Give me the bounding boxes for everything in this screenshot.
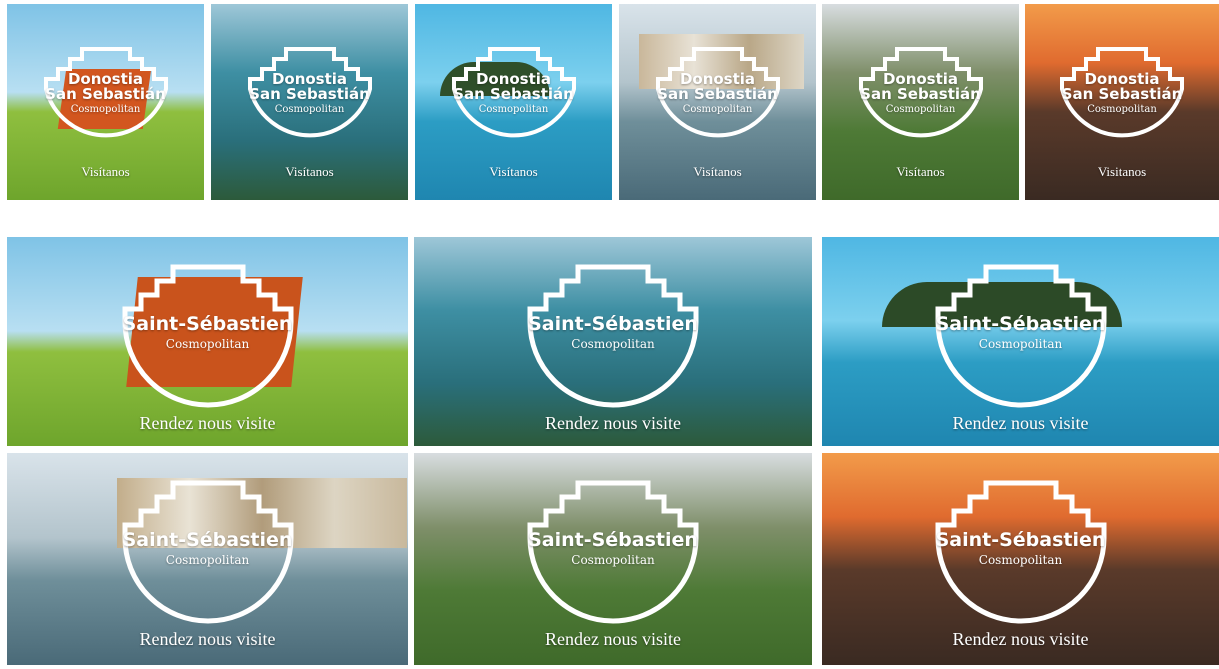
tagline: Cosmopolitan (571, 553, 655, 567)
tagline: Cosmopolitan (274, 104, 345, 115)
city-name: Saint-Sébastien (122, 529, 293, 551)
cta-text: Rendez nous visite (545, 413, 681, 433)
city-name: Saint-Sébastien (122, 313, 293, 335)
cta-text: Rendez nous visite (952, 629, 1089, 649)
cta-text: Visítanos (489, 164, 538, 179)
ad-tile-large-4[interactable]: Saint-Sébastien Cosmopolitan Rendez nous… (7, 453, 408, 665)
tagline: Cosmopolitan (885, 104, 956, 115)
ad-tile-large-2[interactable]: Saint-Sébastien Cosmopolitan Rendez nous… (414, 237, 812, 446)
city-name: Donostia San Sebastián (249, 70, 370, 104)
ad-tile-small-4[interactable]: Donostia San Sebastián Cosmopolitan Visít… (619, 4, 816, 200)
tagline: Cosmopolitan (165, 553, 250, 567)
cta-text: Visítanos (81, 164, 130, 179)
city-name: Saint-Sébastien (935, 313, 1106, 335)
cta-text: Rendez nous visite (139, 629, 276, 649)
tagline: Cosmopolitan (70, 104, 141, 115)
ad-tile-small-1[interactable]: Donostia San Sebastián Cosmopolitan Visít… (7, 4, 204, 200)
city-name: Donostia San Sebastián (45, 70, 166, 104)
cta-text: Visítanos (285, 164, 334, 179)
city-name: Saint-Sébastien (528, 529, 698, 551)
cta-text: Rendez nous visite (952, 413, 1089, 433)
ad-tile-small-5[interactable]: Donostia San Sebastián Cosmopolitan Visít… (822, 4, 1019, 200)
tagline: Cosmopolitan (478, 104, 549, 115)
cta-text: Rendez nous visite (545, 629, 681, 649)
ad-tile-small-3[interactable]: Donostia San Sebastián Cosmopolitan Visít… (415, 4, 612, 200)
tagline: Cosmopolitan (1087, 104, 1157, 115)
city-name: Saint-Sébastien (528, 313, 698, 335)
city-name: Donostia San Sebastián (453, 70, 574, 104)
tagline: Cosmopolitan (165, 337, 250, 351)
city-name: Donostia San Sebastián (657, 70, 778, 104)
ad-tile-small-2[interactable]: Donostia San Sebastián Cosmopolitan Visít… (211, 4, 408, 200)
city-name: Saint-Sébastien (935, 529, 1106, 551)
ad-tile-large-6[interactable]: Saint-Sébastien Cosmopolitan Rendez nous… (822, 453, 1219, 665)
cta-text: Rendez nous visite (139, 413, 276, 433)
city-name: Donostia San Sebastián (860, 70, 981, 104)
tagline: Cosmopolitan (682, 104, 753, 115)
tagline: Cosmopolitan (978, 553, 1063, 567)
ad-tile-large-1[interactable]: Saint-Sébastien Cosmopolitan Rendez nous… (7, 237, 408, 446)
tagline: Cosmopolitan (978, 337, 1063, 351)
cta-text: Visítanos (896, 164, 945, 179)
ad-tile-large-5[interactable]: Saint-Sébastien Cosmopolitan Rendez nous… (414, 453, 812, 665)
cta-text: Visitanos (1097, 164, 1147, 179)
city-name: Donostia San Sebastián (1061, 70, 1183, 104)
ad-tile-small-6[interactable]: Donostia San Sebastián Cosmopolitan Visit… (1025, 4, 1219, 200)
cta-text: Visítanos (693, 164, 742, 179)
tagline: Cosmopolitan (571, 337, 655, 351)
ad-tile-large-3[interactable]: Saint-Sébastien Cosmopolitan Rendez nous… (822, 237, 1219, 446)
